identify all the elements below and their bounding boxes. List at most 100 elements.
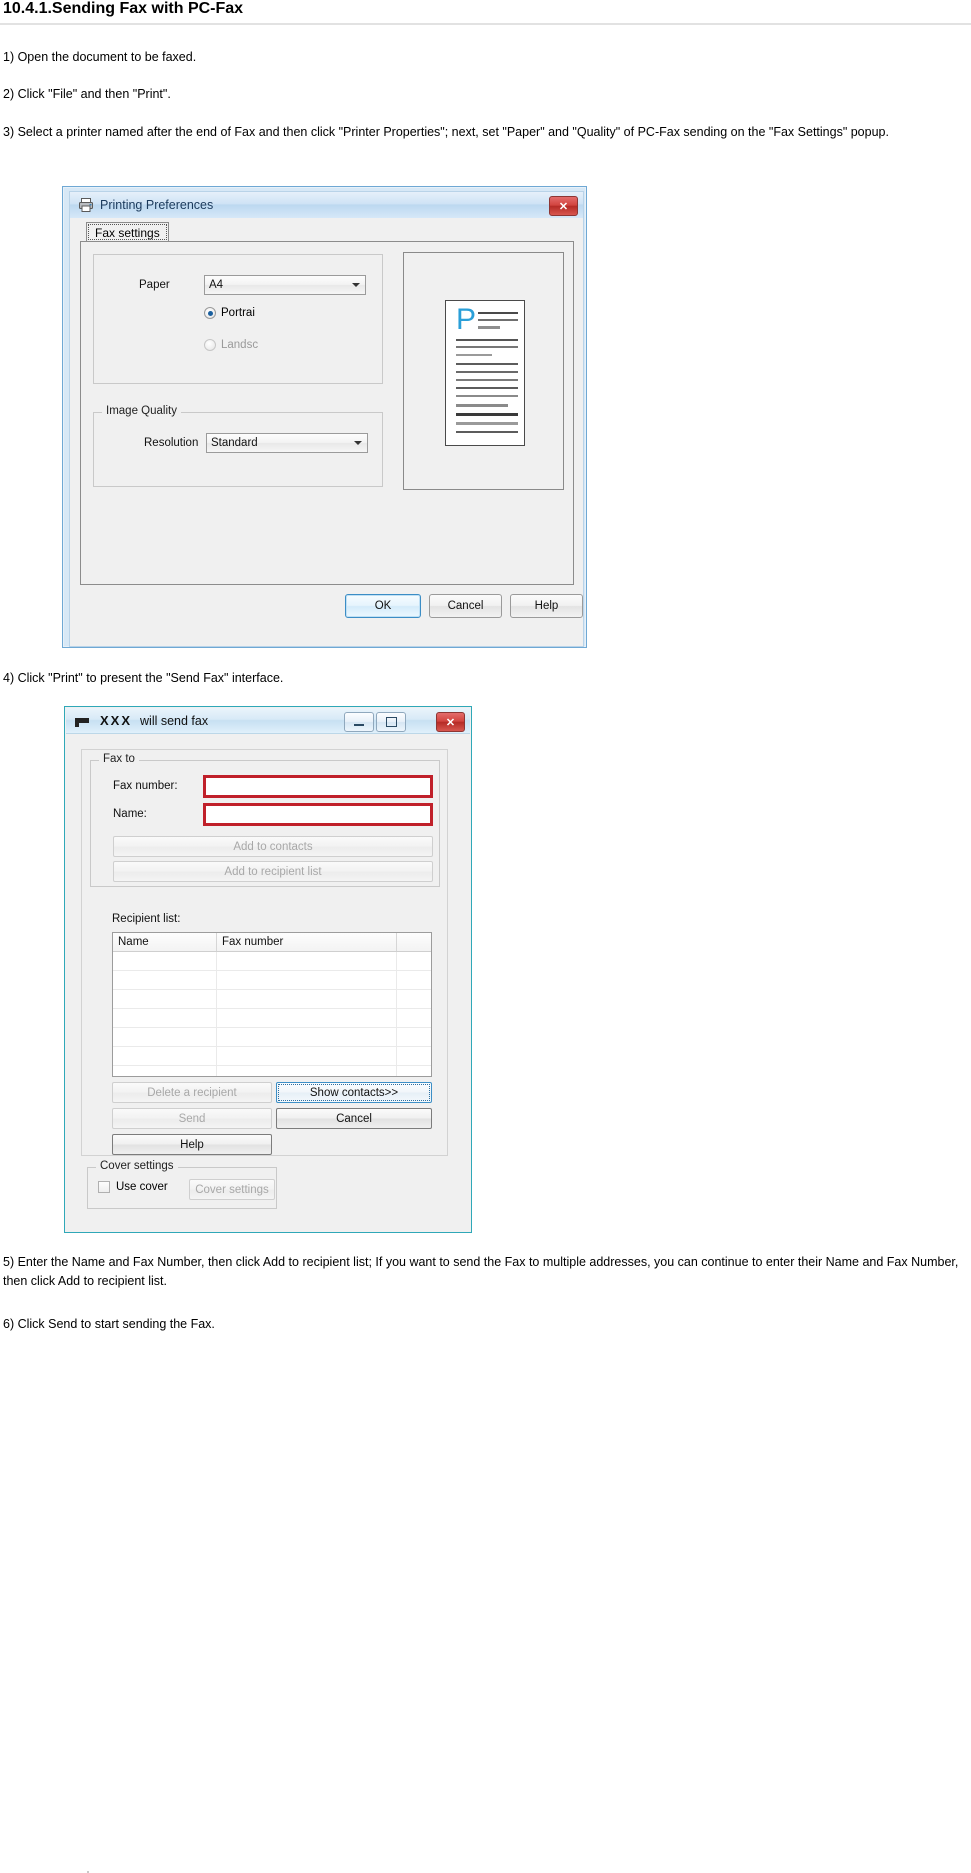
column-header-fax-number: Fax number	[217, 933, 397, 951]
table-body	[113, 952, 431, 1076]
send-fax-title-prefix: XXX	[100, 713, 133, 728]
cell-fax-number	[217, 1066, 397, 1076]
orientation-portrait-radio[interactable]: Portrai	[204, 307, 255, 319]
image-quality-group: Image Quality Resolution Standard	[93, 405, 383, 487]
add-to-recipient-list-button[interactable]: Add to recipient list	[113, 861, 433, 882]
tab-fax-settings[interactable]: Fax settings	[86, 222, 169, 242]
cell-name	[113, 990, 217, 1008]
resolution-select[interactable]: Standard	[206, 433, 368, 453]
paper-label: Paper	[139, 279, 170, 291]
cover-settings-button[interactable]: Cover settings	[189, 1179, 275, 1200]
cancel-button[interactable]: Cancel	[429, 594, 502, 618]
cell-name	[113, 1009, 217, 1027]
orientation-landscape-label: Landsc	[221, 339, 259, 351]
close-icon[interactable]: ✕	[549, 196, 578, 216]
name-label: Name:	[113, 808, 147, 820]
help-button[interactable]: Help	[112, 1134, 272, 1155]
step-3-text: 3) Select a printer named after the end …	[3, 125, 889, 139]
cell-name	[113, 1047, 217, 1065]
cancel-button[interactable]: Cancel	[276, 1108, 432, 1129]
cell-extra	[397, 1028, 431, 1046]
cover-settings-box: Cover settings Use cover Cover settings	[87, 1160, 277, 1209]
send-fax-main-panel: Fax to Fax number: Name: Add to contacts…	[81, 749, 448, 1156]
delete-recipient-button[interactable]: Delete a recipient	[112, 1082, 272, 1103]
table-row[interactable]	[113, 971, 431, 990]
tabstrip: Fax settings	[80, 222, 574, 242]
cell-fax-number	[217, 1028, 397, 1046]
paper-size-select[interactable]: A4	[204, 275, 366, 295]
fax-number-label: Fax number:	[113, 780, 178, 792]
fax-number-field[interactable]	[203, 775, 433, 798]
cell-fax-number	[217, 952, 397, 970]
step-1-text: 1) Open the document to be faxed.	[3, 50, 197, 64]
orientation-landscape-radio[interactable]: Landsc	[204, 339, 258, 351]
close-icon[interactable]: ✕	[436, 712, 465, 732]
minimize-icon[interactable]	[344, 712, 374, 732]
help-button[interactable]: Help	[510, 594, 583, 618]
preview-page: P	[445, 300, 525, 446]
heading-divider	[0, 23, 971, 25]
maximize-icon[interactable]	[376, 712, 406, 732]
cell-extra	[397, 1009, 431, 1027]
preview-letter: P	[456, 303, 477, 336]
paper-size-value: A4	[209, 279, 224, 291]
page-title: 10.4.1.Sending Fax with PC-Fax	[3, 0, 244, 17]
cell-extra	[397, 990, 431, 1008]
cell-fax-number	[217, 1009, 397, 1027]
column-header-extra	[397, 933, 431, 951]
orientation-portrait-label: Portrai	[221, 307, 255, 319]
step-5-text: 5) Enter the Name and Fax Number, then c…	[3, 1255, 959, 1288]
printer-icon	[78, 197, 94, 213]
send-button[interactable]: Send	[112, 1108, 272, 1129]
radio-indicator	[204, 339, 216, 351]
chevron-down-icon	[349, 435, 366, 451]
column-header-name: Name	[113, 933, 217, 951]
recipient-list-table[interactable]: Name Fax number	[112, 932, 432, 1077]
show-contacts-button[interactable]: Show contacts>>	[276, 1082, 432, 1103]
fax-icon	[74, 715, 92, 727]
printing-preferences-window: Printing Preferences ✕ Fax settings Pape…	[62, 186, 587, 648]
print-preview-pane: P	[403, 252, 564, 490]
table-row[interactable]	[113, 1009, 431, 1028]
dialog-button-row: OK Cancel Help	[80, 592, 583, 622]
cover-settings-label: Cover settings	[96, 1160, 178, 1172]
fax-settings-panel: Paper A4 Portrai Landsc Image Quality Re…	[80, 241, 574, 585]
send-fax-titlebar[interactable]: XXX will send fax ✕	[66, 708, 470, 734]
resolution-value: Standard	[211, 437, 258, 449]
table-row[interactable]	[113, 990, 431, 1009]
resolution-label: Resolution	[144, 437, 199, 449]
cell-name	[113, 1066, 217, 1076]
cell-fax-number	[217, 971, 397, 989]
table-row[interactable]	[113, 1066, 431, 1076]
send-fax-window: XXX will send fax ✕ Fax to Fax number: N…	[64, 706, 472, 1873]
use-cover-checkbox[interactable]: Use cover	[98, 1181, 168, 1193]
cell-extra	[397, 952, 431, 970]
add-to-contacts-button[interactable]: Add to contacts	[113, 836, 433, 857]
table-row[interactable]	[113, 952, 431, 971]
minimize-glyph	[354, 724, 364, 726]
cell-extra	[397, 971, 431, 989]
cell-fax-number	[217, 1047, 397, 1065]
image-quality-label: Image Quality	[102, 405, 181, 417]
table-header-row: Name Fax number	[113, 933, 431, 952]
table-row[interactable]	[113, 1028, 431, 1047]
fax-to-group: Fax to Fax number: Name: Add to contacts…	[90, 753, 440, 887]
printing-preferences-title: Printing Preferences	[100, 198, 214, 212]
printing-preferences-titlebar[interactable]: Printing Preferences ✕	[70, 192, 583, 218]
chevron-down-icon	[347, 277, 364, 293]
step-6-text: 6) Click Send to start sending the Fax.	[3, 1317, 215, 1331]
name-field[interactable]	[203, 803, 433, 826]
cell-name	[113, 1028, 217, 1046]
step-2-text: 2) Click "File" and then "Print".	[3, 87, 171, 101]
cell-name	[113, 952, 217, 970]
checkbox-indicator	[98, 1181, 110, 1193]
cell-name	[113, 971, 217, 989]
use-cover-label: Use cover	[116, 1181, 168, 1193]
fax-to-label: Fax to	[99, 753, 139, 765]
send-fax-title-suffix: will send fax	[140, 714, 209, 728]
maximize-glyph	[385, 717, 397, 727]
ok-button[interactable]: OK	[345, 594, 421, 618]
table-row[interactable]	[113, 1047, 431, 1066]
step-4-text: 4) Click "Print" to present the "Send Fa…	[3, 671, 284, 685]
recipient-list-label: Recipient list:	[112, 913, 181, 925]
